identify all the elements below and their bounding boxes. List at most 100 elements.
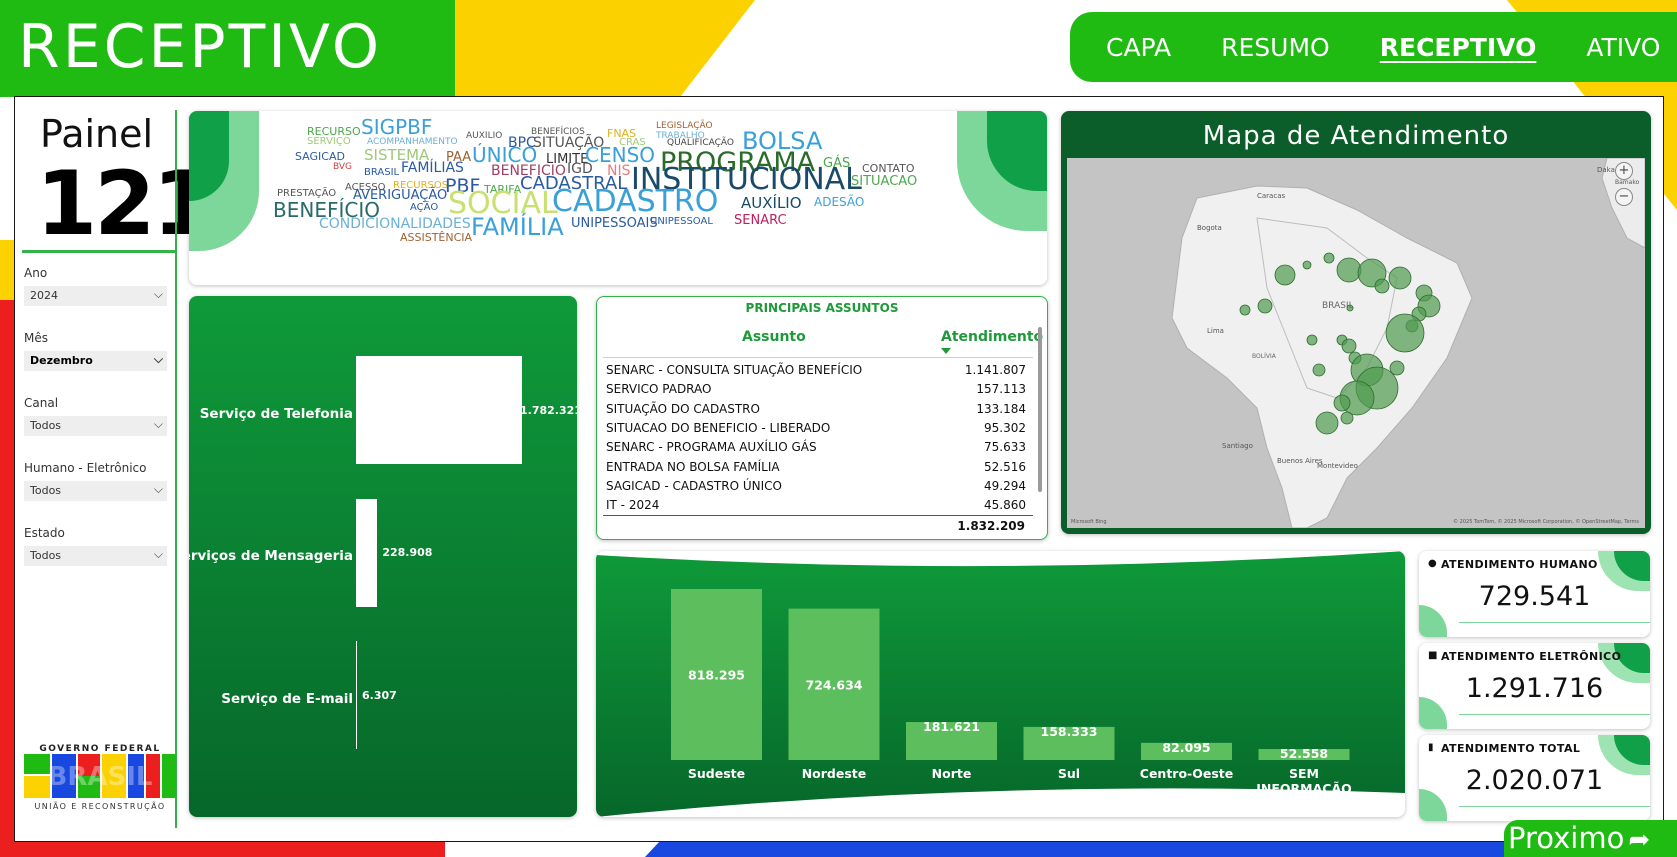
- map-copyright: © 2025 TomTom, © 2025 Microsoft Corporat…: [1453, 519, 1639, 525]
- row-count: 45.860: [984, 498, 1026, 513]
- word-cloud-term[interactable]: ASSISTÊNCIA: [400, 232, 472, 243]
- channel-bar-chart: Serviço de Telefonia 1.782.321 Serviços …: [189, 296, 577, 817]
- next-page-button[interactable]: Proximo ➦: [1504, 820, 1677, 857]
- zoom-in-button[interactable]: +: [1615, 162, 1633, 180]
- sort-desc-icon: [941, 348, 951, 354]
- word-cloud-term[interactable]: UNIPESSOAL: [650, 217, 713, 227]
- table-row[interactable]: SAGICAD - CADASTRO ÚNICO 49.294: [606, 479, 1026, 498]
- region-category-label: Centro-Oeste: [1140, 766, 1233, 781]
- table-row[interactable]: SERVICO PADRAO 157.113: [606, 382, 1026, 401]
- map-label-montevideo: Montevideo: [1317, 462, 1358, 470]
- filter-canal-select[interactable]: Todos ⌵: [24, 416, 167, 436]
- word-cloud-term[interactable]: SIGPBF: [361, 117, 432, 137]
- chevron-down-icon: ⌵: [153, 417, 163, 431]
- filter-mes-select[interactable]: Dezembro ⌵: [24, 351, 167, 371]
- table-row[interactable]: SITUACAO DO BENEFICIO - LIBERADO 95.302: [606, 421, 1026, 440]
- column-header-atendimento[interactable]: Atendimento: [941, 329, 1043, 345]
- word-cloud-term[interactable]: BRASIL: [364, 168, 399, 178]
- governo-federal-logo: GOVERNO FEDERAL BRASIL UNIÃO E RECONSTRU…: [24, 744, 176, 811]
- kpi-value: 2.020.071: [1465, 765, 1604, 796]
- decor-line: [1459, 714, 1650, 715]
- word-cloud-card: RECURSO SIGPBF SERVIÇO ACOMPANHAMENTO AUXILI…: [189, 111, 1047, 285]
- nav-resumo[interactable]: RESUMO: [1221, 33, 1330, 62]
- word-cloud-term[interactable]: AÇÃO: [410, 203, 438, 213]
- word-cloud-term[interactable]: CADASTRO: [552, 187, 718, 217]
- filter-humano-eletronico-value: Todos: [30, 484, 62, 497]
- map-canvas[interactable]: BRASIL Bogota Caracas Lima BOLÍVIA Santi…: [1067, 158, 1645, 528]
- word-cloud-term[interactable]: FAMÍLIA: [471, 215, 564, 239]
- nav-ativo[interactable]: ATIVO: [1586, 33, 1660, 62]
- filter-ano: Ano 2024 ⌵: [24, 266, 167, 306]
- logo-top-text: GOVERNO FEDERAL: [39, 744, 161, 754]
- principais-assuntos-table: PRINCIPAIS ASSUNTOS Assunto Atendimento …: [596, 296, 1048, 540]
- row-count: 1.141.807: [964, 363, 1026, 377]
- region-data-label: 818.295: [688, 668, 745, 683]
- word-cloud-term[interactable]: BVG: [333, 163, 352, 172]
- word-cloud-term[interactable]: SITUACAO: [851, 175, 917, 188]
- word-cloud-term[interactable]: AUXILIO: [466, 132, 502, 141]
- region-data-label: 181.621: [923, 719, 980, 734]
- chevron-down-icon: ⌵: [153, 287, 163, 301]
- painel-number: 121: [36, 152, 214, 255]
- region-category-label: Norte: [932, 766, 972, 781]
- word-cloud-term[interactable]: FAMÍLIAS: [401, 161, 464, 175]
- filter-humano-eletronico-select[interactable]: Todos ⌵: [24, 481, 167, 501]
- row-subject: SAGICAD - CADASTRO ÚNICO: [606, 478, 782, 493]
- nav-capa[interactable]: CAPA: [1106, 33, 1171, 62]
- filter-ano-label: Ano: [24, 266, 48, 280]
- word-cloud-term[interactable]: CONDICIONALIDADES: [319, 217, 471, 231]
- top-navigation: CAPA RESUMO RECEPTIVO ATIVO: [1070, 12, 1677, 82]
- word-cloud-term[interactable]: SERVIÇO: [307, 137, 351, 147]
- word-cloud-term[interactable]: AUXÍLIO: [741, 196, 802, 211]
- table-row[interactable]: SENARC - PROGRAMA AUXÍLIO GÁS 75.633: [606, 440, 1026, 459]
- region-category-label: Nordeste: [802, 766, 867, 781]
- map-label-santiago: Santiago: [1222, 442, 1253, 450]
- nav-receptivo[interactable]: RECEPTIVO: [1380, 33, 1537, 62]
- word-cloud-term[interactable]: ADESÃO: [814, 196, 864, 208]
- row-subject: SENARC - PROGRAMA AUXÍLIO GÁS: [606, 440, 817, 455]
- filter-ano-select[interactable]: 2024 ⌵: [24, 286, 167, 306]
- word-cloud-term[interactable]: SENARC: [734, 214, 787, 227]
- chevron-down-icon: ⌵: [153, 352, 163, 366]
- channel-label-telefonia: Serviço de Telefonia: [199, 406, 353, 422]
- map-label-bolivia: BOLÍVIA: [1252, 353, 1277, 360]
- table-row[interactable]: ENTRADA NO BOLSA FAMÍLIA 52.516: [606, 460, 1026, 479]
- filter-estado-select[interactable]: Todos ⌵: [24, 546, 167, 566]
- word-cloud-term[interactable]: ÚNICO: [472, 145, 537, 165]
- channel-bar-email[interactable]: [356, 641, 357, 749]
- word-cloud-term[interactable]: UNIPESSOAIS: [571, 217, 658, 230]
- filter-estado: Estado Todos ⌵: [24, 526, 167, 566]
- kpi-value: 729.541: [1478, 581, 1591, 612]
- zoom-out-button[interactable]: −: [1615, 188, 1633, 206]
- table-row[interactable]: SITUAÇÃO DO CADASTRO 133.184: [606, 402, 1026, 421]
- table-row[interactable]: SENARC - CONSULTA SITUAÇÃO BENEFÍCIO 1.14…: [606, 363, 1026, 382]
- word-cloud-term[interactable]: LEGISLAÇÃO: [656, 122, 713, 131]
- filter-mes-value: Dezembro: [30, 354, 93, 367]
- kpi-atendimento-eletronico: ■ ATENDIMENTO ELETRÔNICO 1.291.716: [1419, 643, 1650, 729]
- kpi-value: 1.291.716: [1465, 673, 1604, 704]
- total-divider: [603, 515, 1033, 516]
- column-header-assunto[interactable]: Assunto: [742, 329, 806, 345]
- table-scrollbar[interactable]: [1038, 327, 1042, 492]
- channel-bar-telefonia[interactable]: [356, 356, 522, 464]
- kpi-atendimento-humano: ● ATENDIMENTO HUMANO 729.541: [1419, 551, 1650, 637]
- filter-estado-value: Todos: [30, 549, 62, 562]
- row-subject: SITUACAO DO BENEFICIO - LIBERADO: [606, 420, 831, 435]
- channel-bar-mensageria[interactable]: [356, 499, 378, 607]
- filter-humano-eletronico-label: Humano - Eletrônico: [24, 461, 147, 475]
- chevron-down-icon: ⌵: [153, 547, 163, 561]
- painel-label: Painel: [40, 112, 154, 156]
- logo-word: BRASIL: [48, 762, 153, 792]
- filter-canal-label: Canal: [24, 396, 59, 410]
- region-data-label: 82.095: [1162, 740, 1210, 755]
- row-count: 133.184: [976, 401, 1026, 416]
- decor-line: [1459, 622, 1650, 623]
- brasil-logo-icon: BRASIL: [24, 754, 176, 798]
- region-data-label: 724.634: [806, 677, 863, 692]
- word-cloud-term[interactable]: SAGICAD: [295, 151, 345, 162]
- word-cloud-term[interactable]: CONTATO: [862, 163, 914, 174]
- region-category-label: Sudeste: [688, 766, 745, 781]
- table-total: 1.832.209: [957, 519, 1025, 533]
- chevron-down-icon: ⌵: [153, 482, 163, 496]
- region-data-label: 52.558: [1280, 746, 1328, 761]
